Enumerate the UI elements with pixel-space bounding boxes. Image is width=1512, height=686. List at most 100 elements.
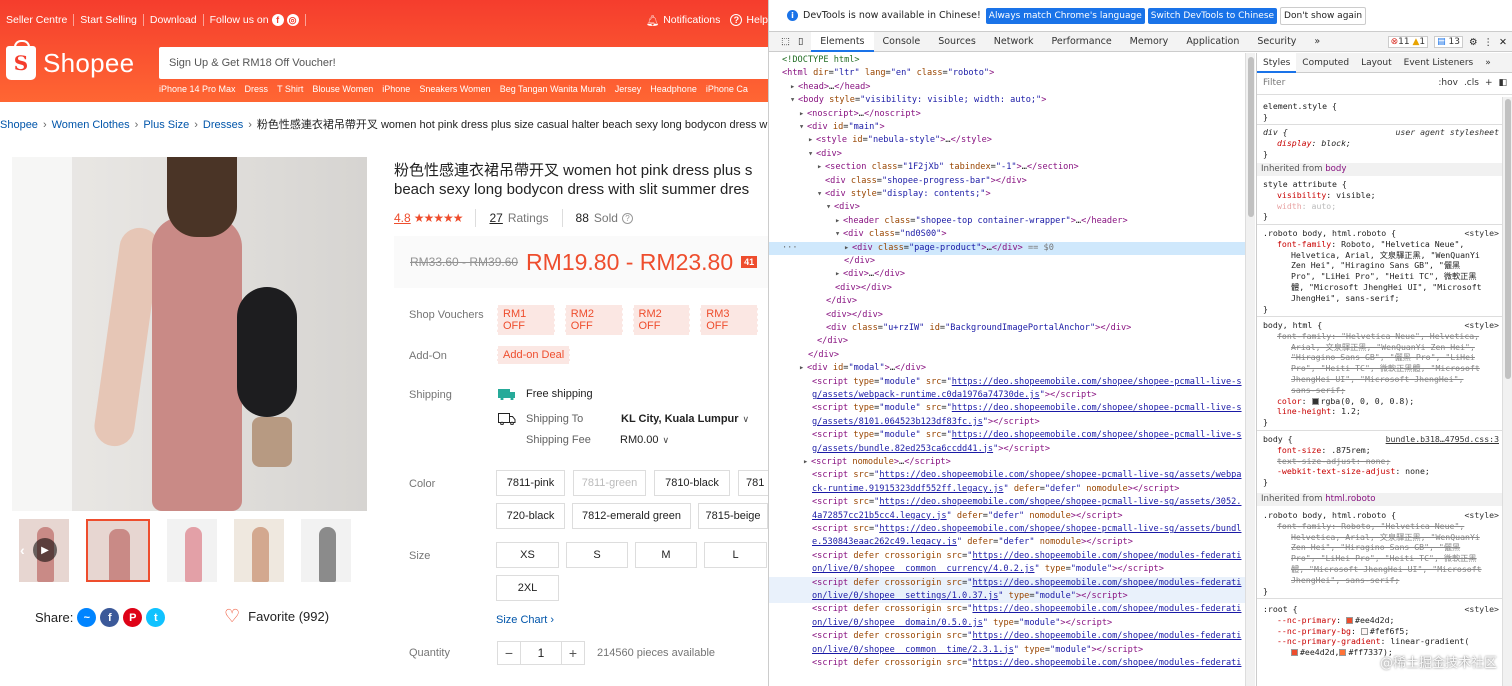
rating-value[interactable]: 4.8: [394, 211, 411, 225]
css-rule[interactable]: --nc-primary: #ee4d2d;: [1263, 615, 1499, 626]
favorite-button[interactable]: ♡ Favorite (992): [224, 607, 329, 625]
filter-input[interactable]: Filter: [1263, 78, 1285, 89]
css-rule[interactable]: text-size-adjust: none;: [1263, 456, 1499, 467]
tab-application[interactable]: Application: [1177, 32, 1248, 52]
breadcrumb-women-clothes[interactable]: Women Clothes: [52, 119, 130, 131]
dom-line[interactable]: <script type="module" src="https://deo.s…: [769, 429, 1245, 442]
dom-line[interactable]: on/live/0/shopee__common__currency/4.0.2…: [769, 563, 1245, 576]
breadcrumb-dresses[interactable]: Dresses: [203, 119, 243, 131]
hov-toggle[interactable]: :hov: [1438, 78, 1458, 89]
nav-seller-centre[interactable]: Seller Centre: [0, 14, 75, 26]
pinterest-icon[interactable]: P: [123, 608, 143, 627]
nav-start-selling[interactable]: Start Selling: [74, 14, 144, 26]
css-rule[interactable]: --nc-primary-bg: #fef6f5;: [1263, 626, 1499, 637]
thumb-next-icon[interactable]: ›: [354, 542, 359, 558]
dom-line[interactable]: <script type="module" src="https://deo.s…: [769, 376, 1245, 389]
css-rule[interactable]: -webkit-text-size-adjust: none;: [1263, 466, 1499, 477]
dom-line[interactable]: ▾ <div>: [769, 148, 1245, 161]
css-rule[interactable]: element.style {: [1263, 101, 1499, 112]
tab-layout[interactable]: Layout: [1355, 53, 1398, 73]
dom-line[interactable]: on/live/0/shopee__settings/1.0.37.js" ty…: [769, 590, 1245, 604]
dom-line[interactable]: <script src="https://deo.shopeemobile.co…: [769, 496, 1245, 509]
inspect-element-icon[interactable]: ⬚: [781, 36, 790, 47]
color-swatch[interactable]: [1346, 616, 1354, 624]
plus-button[interactable]: +: [561, 641, 585, 665]
quick-link[interactable]: iPhone: [382, 84, 410, 94]
size-option[interactable]: XS: [496, 542, 559, 568]
kebab-menu-icon[interactable]: ⋮: [1484, 37, 1494, 48]
dom-line[interactable]: ▸ <section class="1F2jXb" tabindex="-1">……: [769, 161, 1245, 174]
always-match-button[interactable]: Always match Chrome's language: [985, 7, 1145, 24]
facebook-share-icon[interactable]: f: [100, 608, 120, 627]
dom-line[interactable]: <html dir="ltr" lang="en" class="roboto"…: [769, 67, 1245, 80]
gear-icon[interactable]: ⚙: [1469, 37, 1478, 48]
tab-memory[interactable]: Memory: [1121, 32, 1178, 52]
tab-sources[interactable]: Sources: [929, 32, 985, 52]
quick-link[interactable]: Sneakers Women: [419, 84, 490, 94]
color-option[interactable]: 7810-black: [654, 470, 730, 496]
elements-scrollbar[interactable]: [1245, 53, 1255, 686]
color-option[interactable]: 7812-emerald green: [572, 503, 691, 529]
cls-toggle[interactable]: .cls: [1464, 78, 1479, 89]
dom-line[interactable]: ▾ <div>: [769, 201, 1245, 214]
dont-show-again-button[interactable]: Don't show again: [1280, 6, 1367, 25]
thumbnail-video[interactable]: ▶: [19, 519, 69, 582]
size-option[interactable]: 2XL: [496, 575, 559, 601]
voucher-chip[interactable]: RM2 OFF: [564, 305, 623, 335]
ratings-count[interactable]: 27: [489, 211, 502, 225]
inherited-element[interactable]: html.roboto: [1325, 494, 1375, 504]
dom-line[interactable]: <script defer crossorigin src="https://d…: [769, 630, 1245, 643]
css-rule[interactable]: width: auto;: [1263, 201, 1499, 212]
inherited-element[interactable]: body: [1325, 164, 1346, 174]
dom-line[interactable]: ▾ <body style="visibility: visible; width…: [769, 94, 1245, 107]
quick-link[interactable]: Jersey: [615, 84, 642, 94]
tab-console[interactable]: Console: [874, 32, 930, 52]
dom-line[interactable]: </div>: [769, 255, 1245, 268]
dom-line[interactable]: <script src="https://deo.shopeemobile.co…: [769, 523, 1245, 536]
color-option[interactable]: 7815-beige: [698, 503, 768, 529]
more-tabs-icon[interactable]: »: [1479, 53, 1497, 73]
breadcrumb-shopee[interactable]: Shopee: [0, 119, 38, 131]
css-rule[interactable]: body, html {<style>: [1263, 320, 1499, 331]
size-option[interactable]: M: [635, 542, 697, 568]
css-rule[interactable]: font-family: Roboto, "Helvetica Neue",: [1263, 521, 1499, 532]
dom-line[interactable]: <div class="shopee-progress-bar"></div>: [769, 175, 1245, 188]
dom-line[interactable]: g/assets/8101.064523b123df83fc.js"></scr…: [769, 416, 1245, 429]
dom-line[interactable]: ▸ <head>…</head>: [769, 81, 1245, 94]
quick-link[interactable]: Beg Tangan Wanita Murah: [500, 84, 606, 94]
css-rule[interactable]: font-family: Roboto, "Helvetica Neue",: [1263, 239, 1499, 250]
dom-line[interactable]: <div class="u+rzIW" id="BackgroundImageP…: [769, 322, 1245, 335]
chevron-down-icon[interactable]: ∨: [743, 414, 750, 425]
tab-network[interactable]: Network: [985, 32, 1043, 52]
chevron-down-icon[interactable]: ∨: [663, 435, 670, 446]
dom-line[interactable]: ▸ <header class="shopee-top container-wra…: [769, 215, 1245, 228]
css-rule[interactable]: div {user agent stylesheet: [1263, 127, 1499, 138]
dom-line[interactable]: ▾ <div id="main">: [769, 121, 1245, 134]
size-chart-link[interactable]: Size Chart ›: [496, 614, 554, 626]
quick-link[interactable]: iPhone 14 Pro Max: [159, 84, 236, 94]
messages-counter[interactable]: ▤ 13: [1434, 36, 1463, 48]
css-rule[interactable]: font-family: "Helvetica Neue", Helvetica…: [1263, 331, 1499, 342]
more-tabs-icon[interactable]: »: [1305, 32, 1329, 52]
tab-event-listeners[interactable]: Event Listeners: [1398, 53, 1480, 73]
quantity-input[interactable]: 1: [521, 641, 561, 665]
dom-line[interactable]: ▸ <div>…</div>: [769, 268, 1245, 281]
question-icon[interactable]: ?: [621, 212, 633, 224]
dom-line[interactable]: <script defer crossorigin src="https://d…: [769, 550, 1245, 563]
styles-scrollbar[interactable]: [1502, 97, 1512, 686]
size-option[interactable]: S: [566, 542, 628, 568]
dom-line[interactable]: 4a72857cc21b5cc4.legacy.js" defer="defer…: [769, 510, 1245, 523]
css-rule[interactable]: style attribute {: [1263, 179, 1499, 190]
css-rule[interactable]: .roboto body, html.roboto {<style>: [1263, 510, 1499, 521]
help-link[interactable]: Help: [746, 14, 768, 26]
dom-line[interactable]: <div></div>: [769, 309, 1245, 322]
dom-line[interactable]: <script src="https://deo.shopeemobile.co…: [769, 469, 1245, 482]
color-swatch[interactable]: [1311, 397, 1319, 405]
dom-line[interactable]: ▸ <script nomodule>…</script>: [769, 456, 1245, 469]
dom-line[interactable]: <div></div>: [769, 282, 1245, 295]
css-rule[interactable]: --nc-primary-gradient: linear-gradient(: [1263, 636, 1499, 647]
dom-line[interactable]: e.530843eaac262c49.legacy.js" defer="def…: [769, 536, 1245, 549]
nav-download[interactable]: Download: [144, 14, 204, 26]
add-rule-icon[interactable]: +: [1485, 78, 1493, 89]
dom-line[interactable]: </div>: [769, 295, 1245, 308]
